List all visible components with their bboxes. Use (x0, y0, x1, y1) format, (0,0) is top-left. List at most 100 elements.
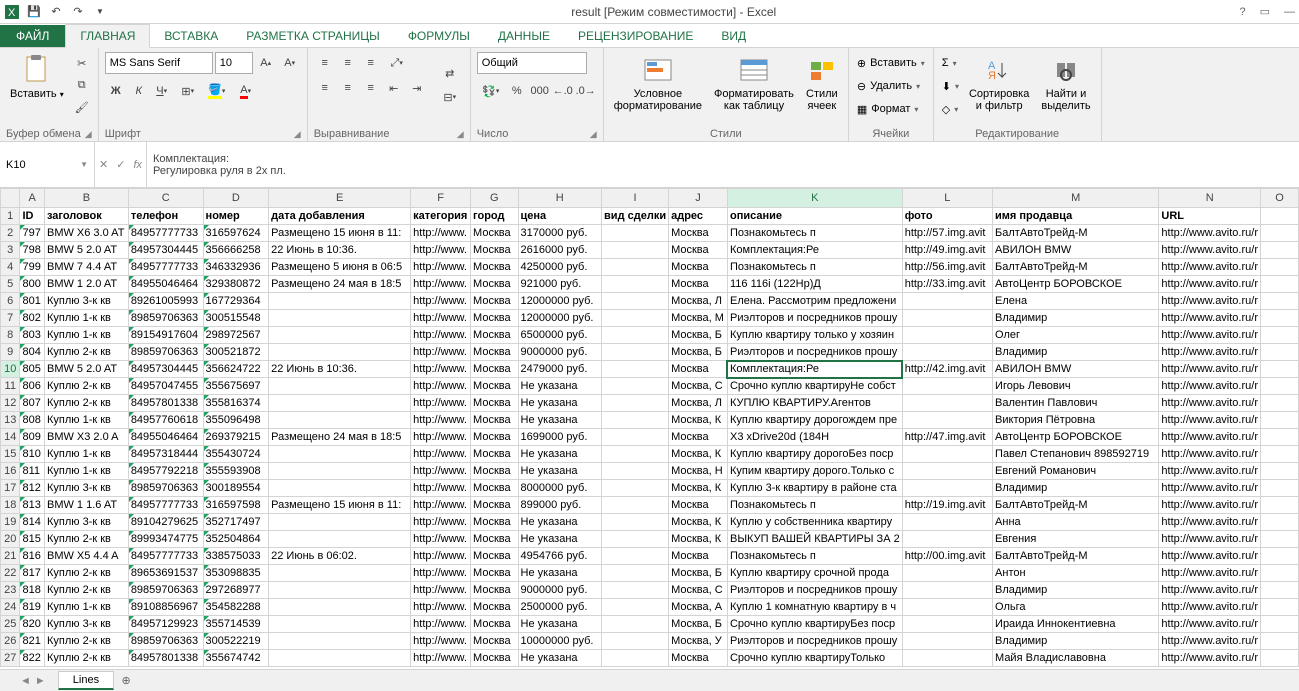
cell[interactable]: Евгения (993, 531, 1159, 548)
cell[interactable]: Куплю квартиру дорогоБез поср (727, 446, 902, 463)
cell[interactable]: 22 Июнь в 10:36. (269, 242, 411, 259)
conditional-formatting-button[interactable]: Условное форматирование (610, 52, 706, 114)
cell[interactable] (902, 463, 992, 480)
cell[interactable]: Риэлторов и посредников прошу (727, 633, 902, 650)
cell[interactable]: http://www. (411, 548, 471, 565)
column-header[interactable]: J (669, 189, 728, 208)
cell-styles-button[interactable]: Стили ячеек (802, 52, 842, 114)
cell[interactable]: Москва (669, 225, 728, 242)
cell[interactable]: http://www. (411, 650, 471, 667)
format-painter-icon[interactable]: 🖌 (72, 97, 92, 117)
cell[interactable]: http://www.avito.ru/r (1159, 480, 1261, 497)
cell[interactable]: Куплю 3-к кв (44, 616, 128, 633)
cell[interactable]: http://www.avito.ru/r (1159, 378, 1261, 395)
cell[interactable]: Куплю 3-к кв (44, 480, 128, 497)
cell[interactable] (1260, 310, 1298, 327)
column-header[interactable]: O (1260, 189, 1298, 208)
cell[interactable]: 355674742 (203, 650, 269, 667)
cell[interactable]: 338575033 (203, 548, 269, 565)
cell[interactable]: 89993474775 (128, 531, 203, 548)
cell[interactable]: Москва (471, 497, 518, 514)
cell[interactable]: http://www. (411, 310, 471, 327)
cell[interactable]: http://www.avito.ru/r (1159, 327, 1261, 344)
cell[interactable]: 4250000 руб. (518, 259, 602, 276)
cell[interactable]: Москва, Б (669, 616, 728, 633)
formula-input[interactable]: Комплектация: Регулировка руля в 2х пл. (147, 142, 1299, 187)
format-as-table-button[interactable]: Форматировать как таблицу (710, 52, 798, 114)
cell[interactable]: http://www.avito.ru/r (1159, 276, 1261, 293)
cell[interactable]: Куплю 2-к кв (44, 378, 128, 395)
cell[interactable] (602, 310, 669, 327)
cell[interactable] (1260, 361, 1298, 378)
cell[interactable]: 797 (20, 225, 45, 242)
cell[interactable]: URL (1159, 208, 1261, 225)
row-header[interactable]: 22 (1, 565, 20, 582)
cell[interactable] (269, 531, 411, 548)
fill-button[interactable]: ⬇▾ (940, 75, 961, 97)
align-center-icon[interactable]: ≡ (337, 77, 359, 99)
sort-filter-button[interactable]: AЯСортировка и фильтр (965, 52, 1033, 114)
cell[interactable]: Срочно куплю квартируБез поср (727, 616, 902, 633)
cell[interactable] (602, 531, 669, 548)
column-header[interactable]: G (471, 189, 518, 208)
cell[interactable] (902, 327, 992, 344)
cell[interactable]: Не указана (518, 565, 602, 582)
cell[interactable]: http://www. (411, 395, 471, 412)
cell[interactable]: АвтоЦентр БОРОВСКОЕ (993, 429, 1159, 446)
cell[interactable]: Москва (471, 650, 518, 667)
cell[interactable]: Москва (669, 548, 728, 565)
decrease-decimal-icon[interactable]: .0→ (575, 80, 597, 102)
cell[interactable] (902, 293, 992, 310)
clear-button[interactable]: ◇▾ (940, 98, 961, 120)
cell[interactable]: BMW 5 2.0 AT (44, 361, 128, 378)
cell[interactable] (1260, 531, 1298, 548)
cell[interactable] (269, 412, 411, 429)
name-box[interactable]: ▼ (0, 142, 95, 187)
cell[interactable] (602, 378, 669, 395)
row-header[interactable]: 20 (1, 531, 20, 548)
cell[interactable] (902, 650, 992, 667)
cell[interactable]: 813 (20, 497, 45, 514)
cell[interactable]: http://www. (411, 293, 471, 310)
border-button[interactable]: ⊞ ▾ (174, 80, 202, 102)
font-color-button[interactable]: A▾ (232, 80, 260, 102)
row-header[interactable]: 19 (1, 514, 20, 531)
cell[interactable]: 2479000 руб. (518, 361, 602, 378)
cell[interactable] (1260, 616, 1298, 633)
cell[interactable]: Москва (471, 531, 518, 548)
cell[interactable]: 4954766 руб. (518, 548, 602, 565)
cell[interactable]: http://www. (411, 582, 471, 599)
cell[interactable]: http://www.avito.ru/r (1159, 310, 1261, 327)
cell[interactable] (902, 446, 992, 463)
align-middle-icon[interactable]: ≡ (337, 52, 359, 74)
cell[interactable] (602, 429, 669, 446)
cell[interactable]: Москва (669, 650, 728, 667)
column-header[interactable]: D (203, 189, 269, 208)
cell[interactable]: 800 (20, 276, 45, 293)
cell[interactable]: 355714539 (203, 616, 269, 633)
row-header[interactable]: 3 (1, 242, 20, 259)
cell[interactable]: 12000000 руб. (518, 293, 602, 310)
cell[interactable]: http://www.avito.ru/r (1159, 565, 1261, 582)
cell[interactable]: Москва, Л (669, 395, 728, 412)
cell[interactable] (269, 463, 411, 480)
cell[interactable]: 84957792218 (128, 463, 203, 480)
redo-icon[interactable]: ↷ (70, 4, 86, 20)
cell[interactable]: Не указана (518, 395, 602, 412)
cell[interactable] (902, 616, 992, 633)
column-header[interactable]: B (44, 189, 128, 208)
decrease-font-icon[interactable]: A▾ (279, 52, 301, 74)
comma-icon[interactable]: 000 (529, 80, 551, 102)
cell[interactable]: 820 (20, 616, 45, 633)
cell[interactable]: 89653691537 (128, 565, 203, 582)
column-header[interactable]: H (518, 189, 602, 208)
cell[interactable]: http://www. (411, 327, 471, 344)
cell[interactable]: Олег (993, 327, 1159, 344)
cell[interactable]: Москва (669, 259, 728, 276)
cell[interactable]: Москва (669, 276, 728, 293)
cell[interactable]: 803 (20, 327, 45, 344)
cell[interactable]: Размещено 24 мая в 18:5 (269, 276, 411, 293)
cell[interactable]: 116 116i (122Hp)Д (727, 276, 902, 293)
cell[interactable] (269, 395, 411, 412)
cell[interactable]: http://www. (411, 429, 471, 446)
